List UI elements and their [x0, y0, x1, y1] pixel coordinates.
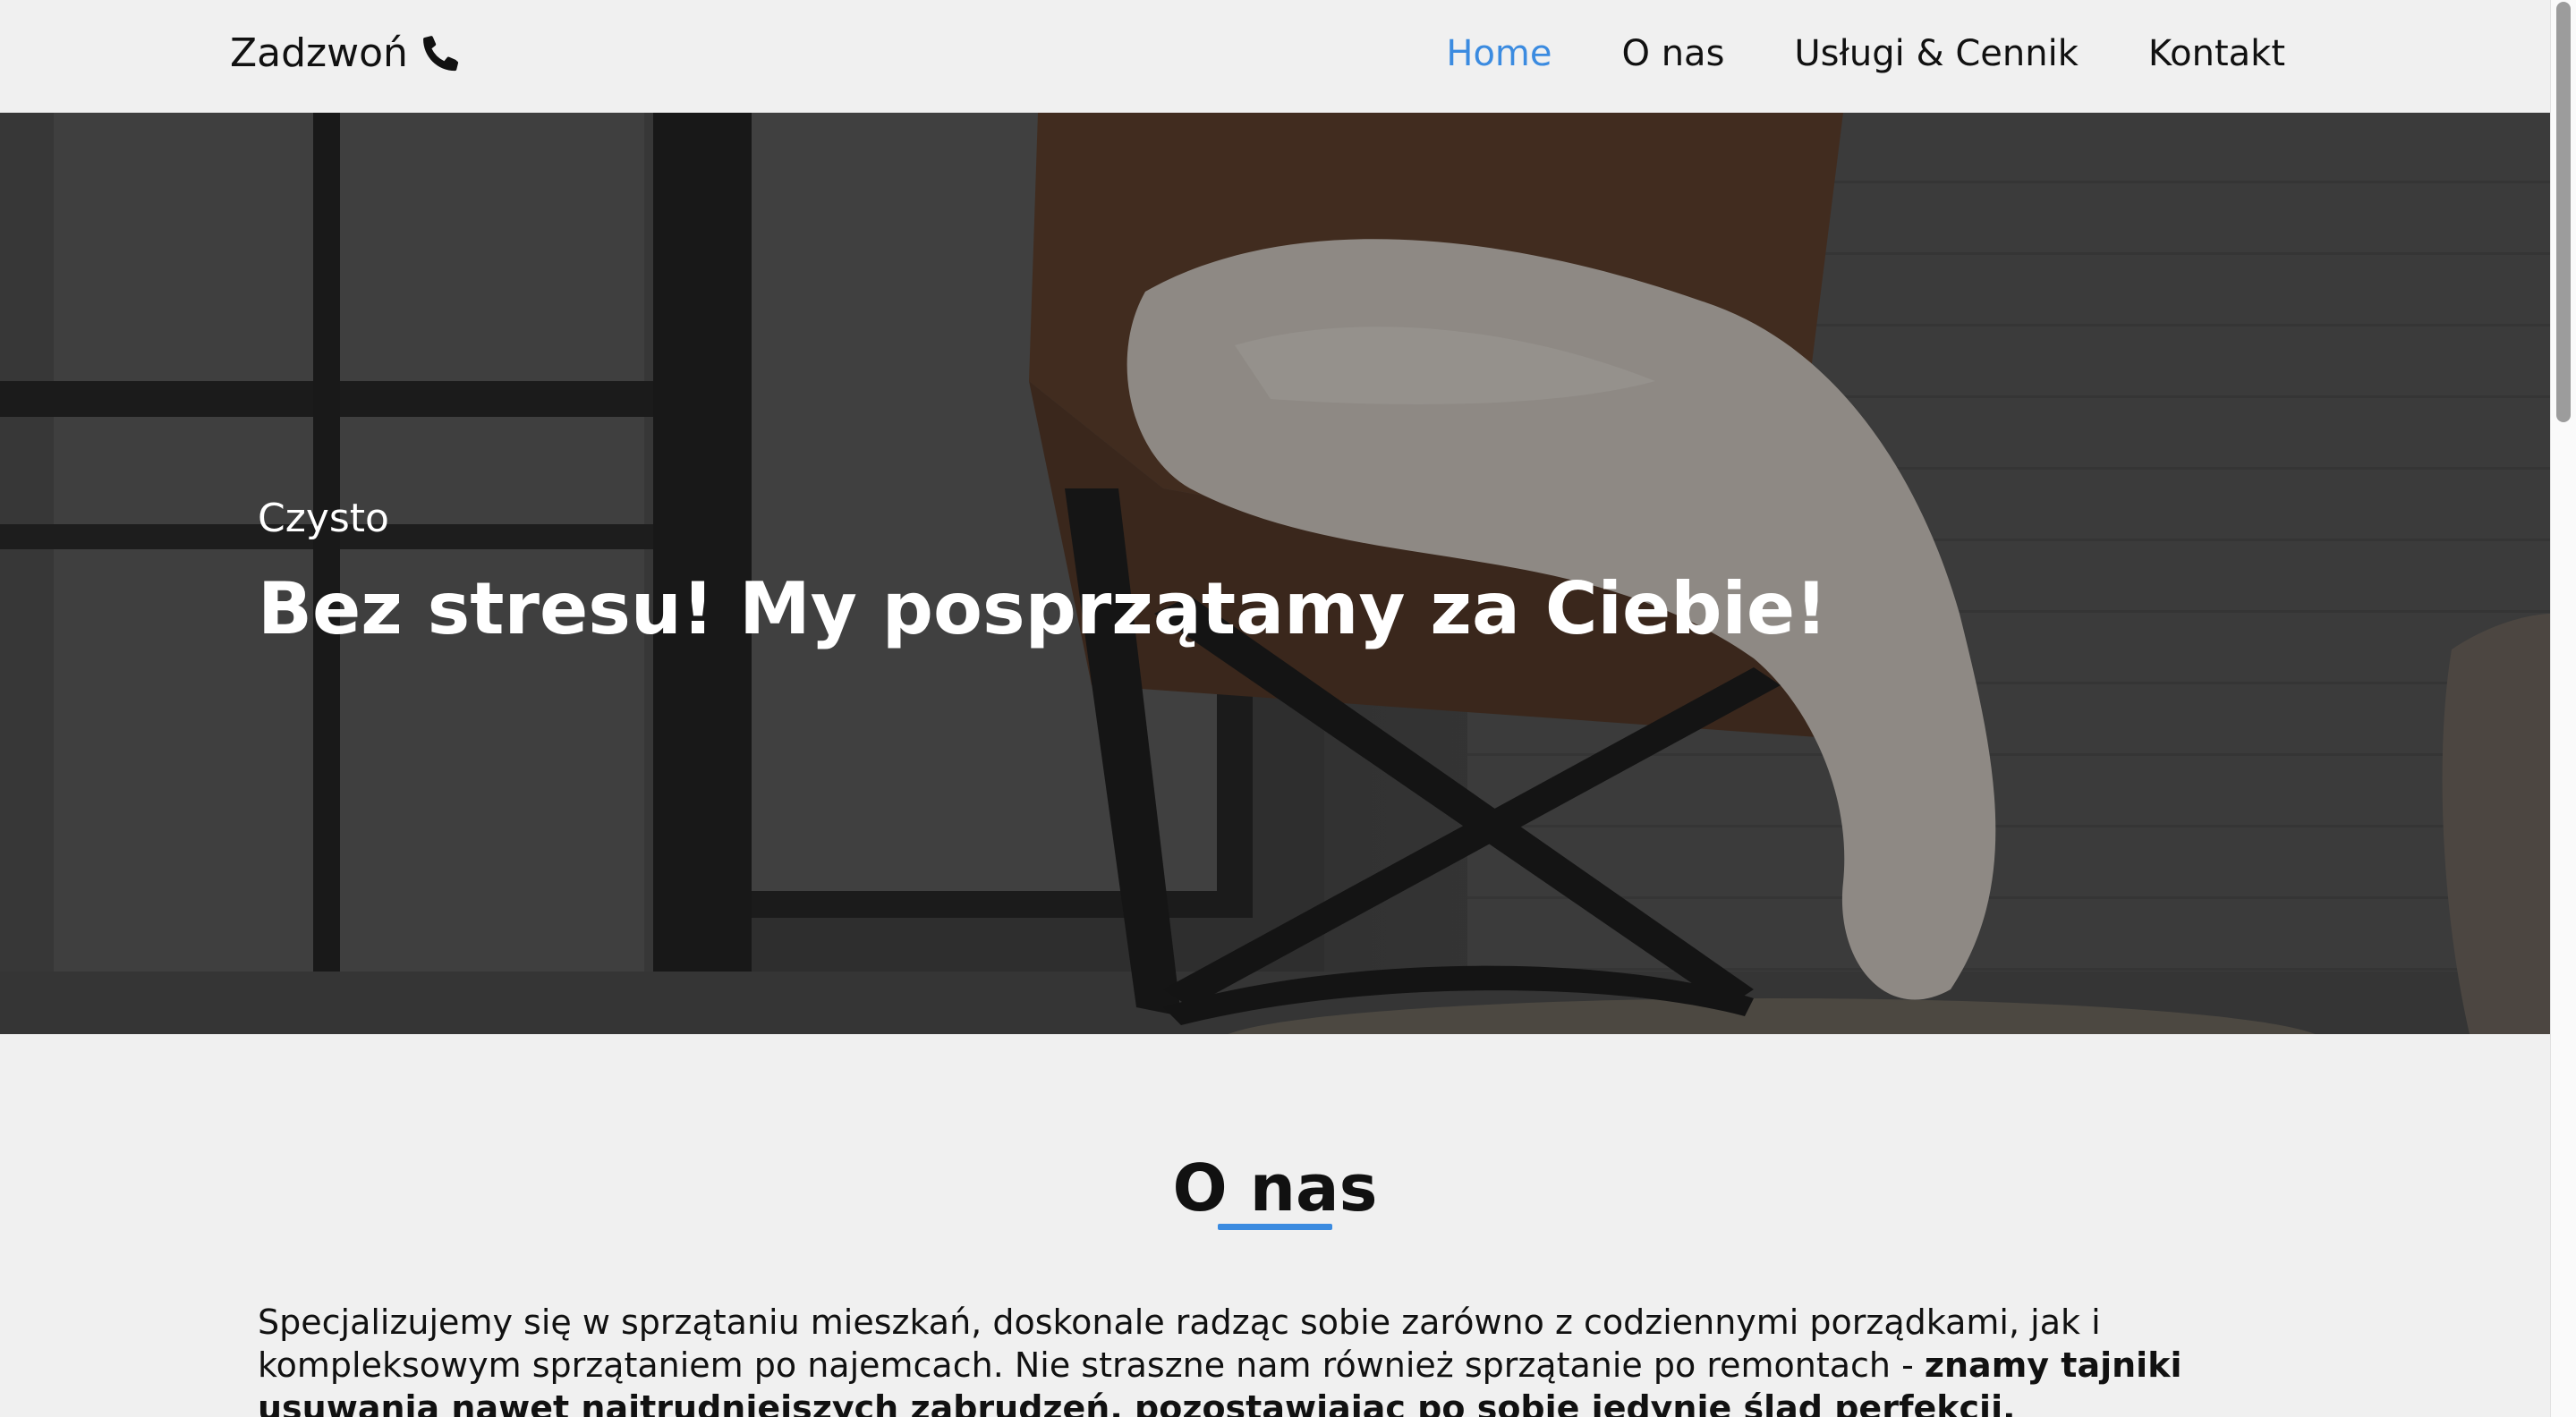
- hero-banner: Czysto Bez stresu! My posprzątamy za Cie…: [0, 113, 2550, 1034]
- main-nav: Home O nas Usługi & Cennik Kontakt: [1446, 27, 2285, 81]
- call-label: Zadzwoń: [230, 30, 408, 76]
- nav-about[interactable]: O nas: [1622, 27, 1725, 81]
- phone-icon: [421, 33, 462, 74]
- page: Zadzwoń Home O nas Usługi & Cennik Konta…: [0, 0, 2576, 1417]
- hero-kicker: Czysto: [258, 496, 389, 541]
- nav-contact[interactable]: Kontakt: [2148, 27, 2285, 81]
- site-header: Zadzwoń Home O nas Usługi & Cennik Konta…: [0, 0, 2550, 113]
- about-text-regular: Specjalizujemy się w sprzątaniu mieszkań…: [258, 1302, 2101, 1385]
- about-title-underline: [1218, 1224, 1332, 1230]
- page-scrollbar[interactable]: [2550, 0, 2576, 1417]
- call-link[interactable]: Zadzwoń: [230, 25, 462, 82]
- nav-services-pricing[interactable]: Usługi & Cennik: [1794, 27, 2078, 81]
- scrollbar-thumb[interactable]: [2556, 2, 2571, 422]
- nav-home[interactable]: Home: [1446, 27, 1552, 81]
- about-title: O nas: [1172, 1150, 1378, 1226]
- about-text: Specjalizujemy się w sprzątaniu mieszkań…: [258, 1301, 2316, 1417]
- hero-title: Bez stresu! My posprzątamy za Ciebie!: [258, 567, 1828, 650]
